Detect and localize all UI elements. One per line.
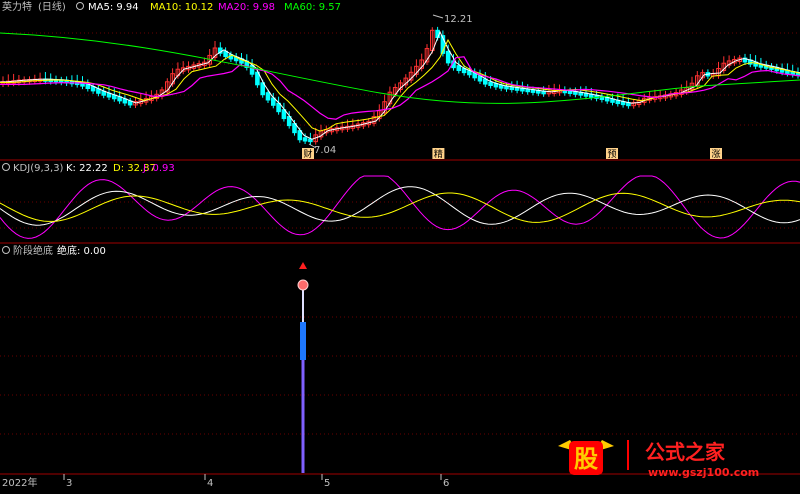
month-tick: 6 [443, 478, 449, 489]
signal-tag-label: 财 [303, 148, 312, 160]
date-axis: 2022年 3 4 5 6 [2, 474, 449, 489]
candle-body [456, 65, 462, 72]
signal-tag-label: 预 [607, 149, 616, 160]
bottom-signal-bar[interactable] [297, 262, 309, 473]
ma5-legend: MA5: 9.94 [88, 2, 139, 13]
watermark-title: 公式之家 [645, 440, 726, 464]
candle-body [265, 92, 271, 101]
kdj-lines [0, 175, 800, 239]
watermark-logo: 股 公式之家 www.gszj100.com [558, 440, 759, 479]
signal-ball-icon [297, 279, 309, 291]
candle-body [445, 50, 451, 64]
indicator-value: 绝底: 0.00 [57, 244, 106, 257]
kdj-name[interactable]: KDJ(9,3,3) [13, 163, 64, 174]
svg-text:股: 股 [574, 445, 598, 473]
kdj-d-line [0, 192, 800, 223]
kdj-k-line [0, 186, 800, 226]
candle-body [488, 81, 493, 86]
ma10-legend: MA10: 10.12 [150, 2, 213, 13]
high-price-marker: 12.21 [432, 14, 473, 25]
ma20-legend: MA20: 9.98 [218, 2, 275, 13]
svg-text:12.21: 12.21 [444, 14, 473, 25]
watermark-url: www.gszj100.com [648, 466, 759, 479]
stock-name[interactable]: 英力特 [2, 0, 32, 13]
settings-icon[interactable] [76, 2, 84, 10]
kdj-panel-header: KDJ(9,3,3) K: 22.22 D: 32.87 J: 0.93 [2, 163, 175, 174]
price-panel-header: 英力特 (日线) MA5: 9.94 MA10: 10.12 MA20: 9.9… [2, 0, 341, 13]
signal-bar-body [300, 322, 306, 360]
year-label: 2022年 [2, 476, 37, 489]
signal-tags[interactable]: 财精预涨 [302, 148, 722, 160]
kdj-k-value: K: 22.22 [66, 163, 108, 174]
settings-icon[interactable] [2, 246, 10, 254]
svg-text:7.04: 7.04 [314, 145, 336, 156]
up-arrow-icon [299, 262, 307, 269]
month-tick: 4 [207, 478, 213, 489]
month-tick: 3 [66, 478, 72, 489]
bottom-panel-header: 阶段绝底 绝底: 0.00 [2, 244, 106, 257]
month-tick: 5 [324, 478, 330, 489]
indicator-name[interactable]: 阶段绝底 [13, 244, 53, 257]
ma60-legend: MA60: 9.57 [284, 2, 341, 13]
period-label: (日线) [38, 0, 66, 13]
stock-chart-window[interactable]: 英力特 (日线) MA5: 9.94 MA10: 10.12 MA20: 9.9… [0, 0, 800, 490]
settings-icon[interactable] [2, 163, 10, 171]
signal-tag-label: 涨 [711, 149, 720, 160]
candle-body [249, 64, 255, 75]
kdj-j-line [0, 175, 800, 239]
candle-body [302, 137, 308, 142]
signal-tag-label: 精 [434, 148, 443, 160]
kdj-j-value: J: 0.93 [142, 163, 175, 174]
